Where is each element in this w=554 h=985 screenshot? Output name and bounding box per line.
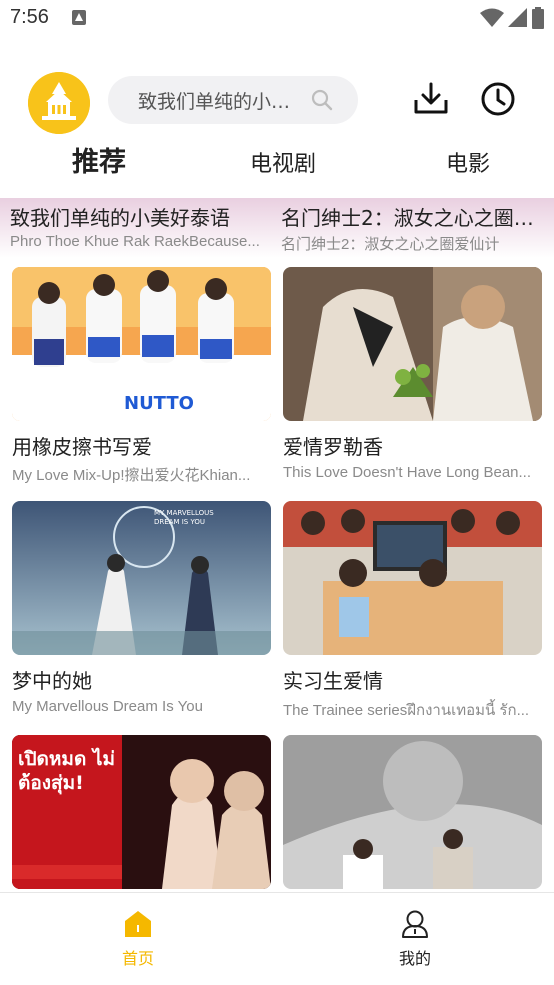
- content-feed[interactable]: 致我们单纯的小美好泰语 Phro Thoe Khue Rak RaekBecau…: [0, 198, 554, 892]
- card-poster[interactable]: [283, 501, 542, 655]
- card-subtitle: My Love Mix-Up!擦出爱火花Khian...: [12, 467, 251, 484]
- video-card-3[interactable]: MY MARVELLOUS DREAM IS YOU 梦中的她 My Marve…: [12, 501, 271, 715]
- video-card-6[interactable]: [283, 735, 542, 889]
- nav-home-label: 首页: [121, 949, 154, 968]
- card-subtitle: The Trainee seriesฝึกงานเทอมนี้ รัก...: [283, 702, 530, 719]
- tab-tv-series[interactable]: 电视剧: [250, 146, 316, 178]
- video-card-5[interactable]: เปิดหมด ไม่ต้องสุ่ม!: [12, 735, 271, 889]
- card-title: 爱情罗勒香: [283, 435, 383, 459]
- card-subtitle: 名门绅士2：淑女之心之圈爱仙计: [281, 236, 500, 253]
- poster-text: MY MARVELLOUS DREAM IS YOU: [154, 509, 214, 526]
- card-poster[interactable]: เปิดหมด ไม่ต้องสุ่ม!: [12, 735, 271, 889]
- bottom-navigation: 首页 我的: [0, 892, 554, 985]
- system-icons: [480, 7, 544, 29]
- card-subtitle: This Love Doesn't Have Long Bean...: [283, 464, 532, 481]
- tab-recommend[interactable]: 推荐: [72, 140, 126, 179]
- temple-logo[interactable]: [28, 72, 90, 134]
- search-bar[interactable]: 致我们单纯的小美好泰语: [108, 76, 358, 124]
- notification-icon: [72, 10, 86, 25]
- card-poster[interactable]: [283, 267, 542, 421]
- video-card-partial-1[interactable]: 致我们单纯的小美好泰语 Phro Thoe Khue Rak RaekBecau…: [10, 202, 269, 250]
- search-icon: [311, 89, 333, 111]
- card-title: 实习生爱情: [283, 669, 383, 693]
- poster-text: NUTTO: [124, 393, 194, 414]
- clock-icon[interactable]: [479, 80, 517, 118]
- battery-icon: [532, 7, 544, 29]
- poster-text: เปิดหมด ไม่ต้องสุ่ม!: [18, 748, 115, 794]
- card-title: 名门绅士2：淑女之心之圈爱仙计: [281, 206, 540, 230]
- user-icon: [402, 910, 428, 938]
- video-card-4[interactable]: 实习生爱情 The Trainee seriesฝึกงานเทอมนี้ รั…: [283, 501, 542, 722]
- nav-mine-label: 我的: [398, 949, 431, 968]
- video-card-1[interactable]: NUTTO 用橡皮擦书写爱 My Love Mix-Up!擦出爱火花Khian.…: [12, 267, 271, 485]
- app-header: 致我们单纯的小美好泰语 推荐 电视剧 电影: [0, 38, 554, 198]
- nav-mine[interactable]: 我的: [365, 909, 465, 969]
- home-icon: [125, 911, 151, 937]
- card-poster[interactable]: NUTTO: [12, 267, 271, 421]
- card-title: 致我们单纯的小美好泰语: [10, 206, 230, 230]
- search-placeholder: 致我们单纯的小美好泰语: [138, 91, 308, 113]
- card-poster[interactable]: MY MARVELLOUS DREAM IS YOU: [12, 501, 271, 655]
- nav-home[interactable]: 首页: [88, 909, 188, 969]
- status-bar: 7:56: [0, 0, 554, 38]
- wifi-icon: [480, 8, 504, 27]
- video-card-2[interactable]: 爱情罗勒香 This Love Doesn't Have Long Bean..…: [283, 267, 542, 481]
- download-icon[interactable]: [412, 80, 450, 118]
- tab-movies[interactable]: 电影: [446, 146, 490, 178]
- card-subtitle: Phro Thoe Khue Rak RaekBecause...: [10, 233, 260, 250]
- video-card-partial-2[interactable]: 名门绅士2：淑女之心之圈爱仙计 名门绅士2：淑女之心之圈爱仙计: [281, 202, 540, 254]
- signal-icon: [508, 8, 527, 27]
- status-time: 7:56: [10, 6, 49, 28]
- card-poster[interactable]: [283, 735, 542, 889]
- card-title: 用橡皮擦书写爱: [12, 435, 152, 459]
- card-title: 梦中的她: [12, 669, 92, 693]
- card-subtitle: My Marvellous Dream Is You: [12, 698, 203, 715]
